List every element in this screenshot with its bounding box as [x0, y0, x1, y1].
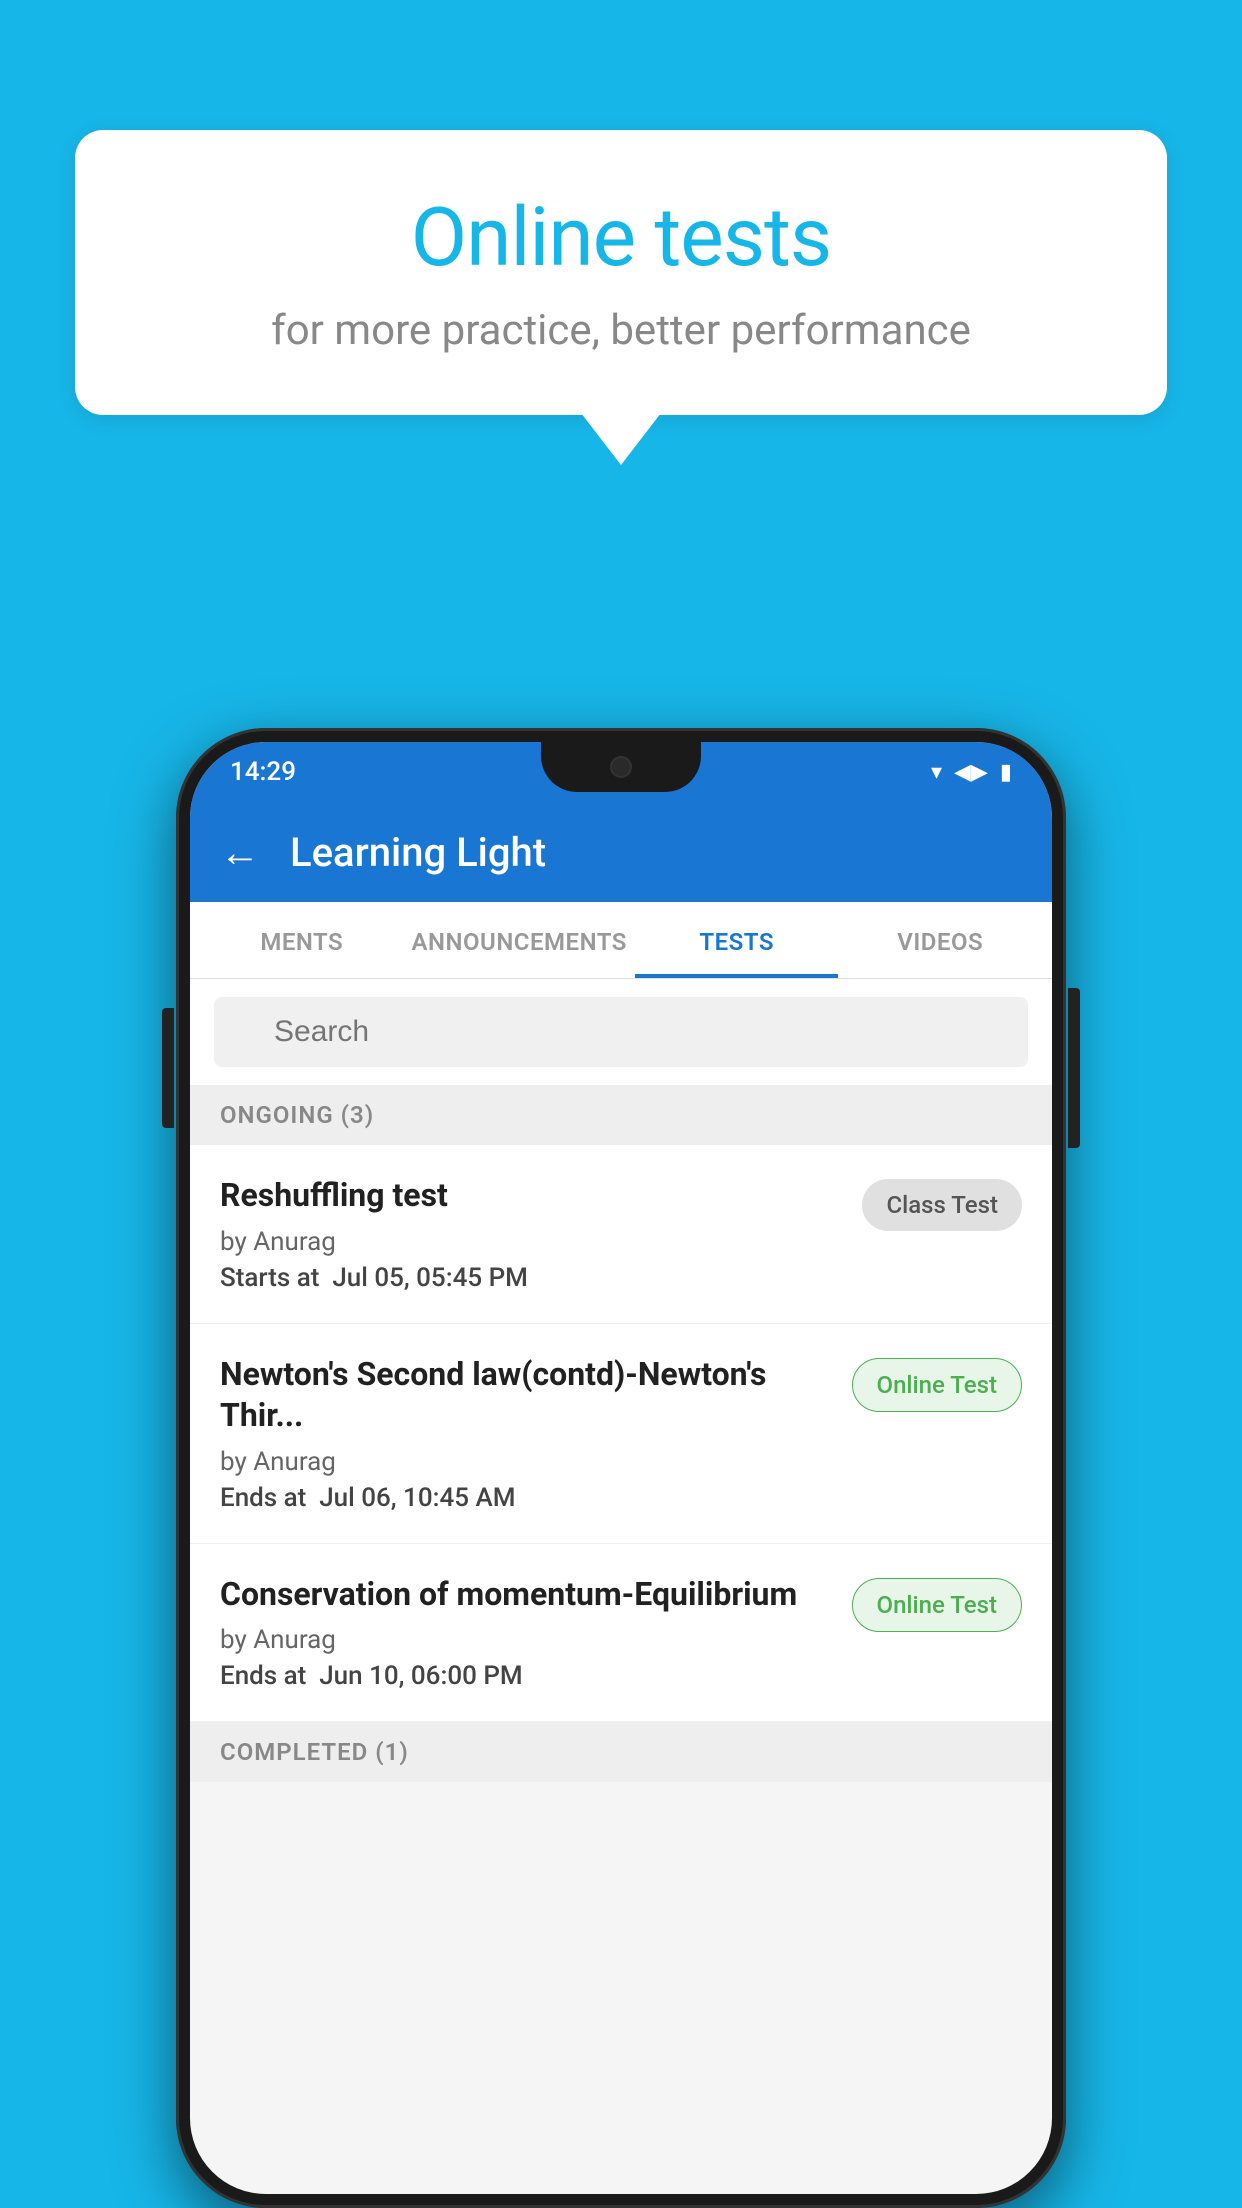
tabs-bar: MENTS ANNOUNCEMENTS TESTS VIDEOS [190, 902, 1052, 979]
test-date: Ends at Jul 06, 10:45 AM [220, 1483, 832, 1513]
test-item[interactable]: Newton's Second law(contd)-Newton's Thir… [190, 1324, 1052, 1544]
phone-notch [541, 742, 701, 792]
app-bar: ← Learning Light [190, 802, 1052, 902]
tab-videos[interactable]: VIDEOS [838, 902, 1042, 978]
phone-outer: 14:29 ▾ ◀▶ ▮ ← Learning Light MENTS ANNO… [176, 728, 1066, 2208]
phone-frame: 14:29 ▾ ◀▶ ▮ ← Learning Light MENTS ANNO… [176, 728, 1066, 2208]
bubble-title: Online tests [155, 190, 1087, 286]
test-by: by Anurag [220, 1625, 832, 1655]
test-item[interactable]: Conservation of momentum-Equilibrium by … [190, 1544, 1052, 1723]
test-date: Starts at Jul 05, 05:45 PM [220, 1263, 842, 1293]
battery-icon: ▮ [1000, 760, 1012, 785]
test-title: Newton's Second law(contd)-Newton's Thir… [220, 1354, 832, 1437]
speech-bubble: Online tests for more practice, better p… [75, 130, 1167, 415]
completed-section-header: COMPLETED (1) [190, 1722, 1052, 1782]
test-item[interactable]: Reshuffling test by Anurag Starts at Jul… [190, 1145, 1052, 1324]
test-by: by Anurag [220, 1227, 842, 1257]
tab-tests[interactable]: TESTS [635, 902, 839, 978]
badge-online-test: Online Test [852, 1358, 1022, 1412]
bubble-subtitle: for more practice, better performance [155, 306, 1087, 355]
ongoing-section-header: ONGOING (3) [190, 1085, 1052, 1145]
search-input[interactable] [214, 997, 1028, 1067]
test-title: Reshuffling test [220, 1175, 842, 1217]
test-info: Reshuffling test by Anurag Starts at Jul… [220, 1175, 842, 1293]
badge-class-test: Class Test [862, 1179, 1022, 1231]
badge-online-test: Online Test [852, 1578, 1022, 1632]
test-list: Reshuffling test by Anurag Starts at Jul… [190, 1145, 1052, 1722]
test-info: Newton's Second law(contd)-Newton's Thir… [220, 1354, 832, 1513]
search-container: 🔍 [190, 979, 1052, 1085]
test-date: Ends at Jun 10, 06:00 PM [220, 1661, 832, 1691]
phone-screen: 14:29 ▾ ◀▶ ▮ ← Learning Light MENTS ANNO… [190, 742, 1052, 2194]
test-title: Conservation of momentum-Equilibrium [220, 1574, 832, 1616]
app-title: Learning Light [290, 829, 546, 876]
status-icons: ▾ ◀▶ ▮ [931, 760, 1012, 785]
test-by: by Anurag [220, 1447, 832, 1477]
search-wrapper: 🔍 [214, 997, 1028, 1067]
status-time: 14:29 [230, 757, 296, 787]
wifi-icon: ▾ [931, 760, 942, 785]
signal-icon: ◀▶ [954, 760, 988, 785]
tab-ments[interactable]: MENTS [200, 902, 404, 978]
camera [610, 756, 632, 778]
tab-announcements[interactable]: ANNOUNCEMENTS [404, 902, 635, 978]
back-button[interactable]: ← [220, 829, 260, 876]
promo-banner: Online tests for more practice, better p… [75, 130, 1167, 415]
test-info: Conservation of momentum-Equilibrium by … [220, 1574, 832, 1692]
